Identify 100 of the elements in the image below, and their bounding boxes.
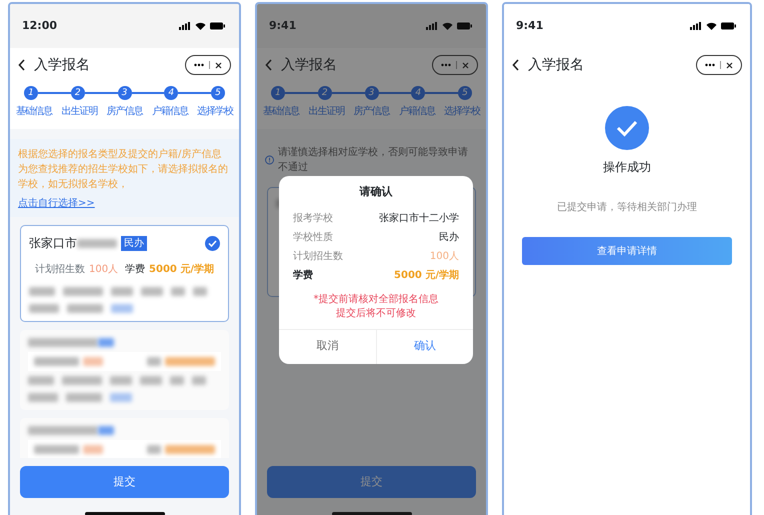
redacted-text <box>28 338 98 347</box>
info-label: 学费 <box>125 262 146 277</box>
dialog-label: 学费 <box>293 268 313 282</box>
info-label: 计划招生数 <box>35 262 85 277</box>
step-number: 1 <box>271 86 285 100</box>
info-icon <box>265 155 274 165</box>
tuition-fee: 5000 元/学期 <box>149 262 214 277</box>
signal-icon <box>179 22 191 30</box>
status-time: 9:41 <box>516 18 544 34</box>
redacted-text <box>63 287 103 296</box>
warning-text: *提交前请核对全部报名信息 <box>312 292 440 306</box>
dialog-label: 报考学校 <box>293 212 333 226</box>
redacted-text <box>28 426 98 435</box>
step-number: 1 <box>24 86 38 100</box>
school-type-tag: 民办 <box>121 236 147 250</box>
submit-button[interactable]: 提交 <box>20 466 229 498</box>
submit-button[interactable]: 提交 <box>267 466 476 498</box>
step-number: 3 <box>118 86 132 100</box>
enrollment-count: 100人 <box>89 263 118 277</box>
result-title: 操作成功 <box>603 159 651 176</box>
redacted-text <box>110 376 132 385</box>
step-number: 5 <box>211 86 225 100</box>
redacted-text <box>83 445 103 454</box>
redacted-tag <box>98 426 114 435</box>
redacted-link <box>111 304 133 313</box>
redacted-text <box>147 357 161 366</box>
signal-icon <box>426 22 438 30</box>
status-time: 12:00 <box>22 18 58 34</box>
school-name: 张家口市 <box>29 235 77 252</box>
page-title: 入学报名 <box>281 56 338 74</box>
redacted-text <box>193 287 207 296</box>
dialog-title: 请确认 <box>358 184 394 200</box>
redacted-text <box>29 287 55 296</box>
wifi-icon <box>195 22 206 30</box>
more-icon[interactable] <box>194 63 204 67</box>
dialog-value: 100人 <box>430 250 459 264</box>
redacted-text <box>170 376 184 385</box>
battery-icon <box>721 22 736 30</box>
step-label: 出生证明 <box>308 104 344 119</box>
redacted-text <box>147 445 161 454</box>
confirm-button[interactable]: 确认 <box>376 330 473 364</box>
view-details-button[interactable]: 查看申请详情 <box>522 237 732 265</box>
result-message: 已提交申请，等待相关部门办理 <box>557 200 697 215</box>
dialog-value: 张家口市十二小学 <box>379 212 459 226</box>
school-card[interactable]: 张家口市 民办 计划招生数 100人 学费 5000 元/学期 <box>20 225 229 322</box>
step-label: 户籍信息 <box>398 104 435 119</box>
notice-text: 根据您选择的报名类型及提交的户籍/房产信息为您查找推荐的招生学校如下，请选择拟报名的学校，如无拟报名学校， <box>10 139 239 196</box>
close-icon[interactable] <box>726 62 734 68</box>
dialog-value: 民办 <box>439 230 459 244</box>
redacted-tag <box>98 338 114 347</box>
self-select-link[interactable]: 点击自行选择>> <box>10 196 239 217</box>
redacted-text <box>165 445 215 454</box>
redacted-link <box>110 393 132 402</box>
redacted-text <box>83 357 103 366</box>
battery-icon <box>457 22 472 30</box>
step-label: 出生证明 <box>61 104 98 119</box>
dialog-label: 计划招生数 <box>293 250 343 264</box>
step-number: 5 <box>458 86 472 100</box>
redacted-text <box>28 376 54 385</box>
cancel-button[interactable]: 取消 <box>279 330 376 364</box>
step-label: 基础信息 <box>16 104 52 119</box>
more-icon[interactable] <box>704 63 715 67</box>
redacted-text <box>111 287 133 296</box>
step-label: 基础信息 <box>263 104 299 119</box>
step-number: 2 <box>70 86 85 100</box>
warning-text: 提交后将不可修改 <box>335 306 417 320</box>
redacted-text <box>165 357 215 366</box>
back-icon[interactable] <box>512 59 520 71</box>
step-label: 选择学校 <box>197 104 233 119</box>
status-time: 9:41 <box>269 18 296 34</box>
dialog-value: 5000 元/学期 <box>394 268 459 282</box>
redacted-text <box>28 393 58 402</box>
redacted-text <box>192 376 206 385</box>
check-icon[interactable] <box>205 236 220 250</box>
success-check-icon <box>605 106 649 150</box>
redacted-text <box>29 304 59 313</box>
capsule-menu[interactable] <box>185 55 231 75</box>
close-icon[interactable] <box>215 62 222 68</box>
redacted-text <box>62 376 102 385</box>
step-label: 房产信息 <box>106 104 142 119</box>
wifi-icon <box>706 22 717 30</box>
step-label: 房产信息 <box>354 104 390 119</box>
redacted-text <box>171 287 185 296</box>
redacted-text <box>34 357 79 366</box>
step-number: 2 <box>318 86 332 100</box>
page-title: 入学报名 <box>528 56 585 74</box>
capsule-menu[interactable] <box>696 55 742 75</box>
step-number: 4 <box>411 86 426 100</box>
battery-icon <box>210 22 225 30</box>
redacted-text <box>66 393 102 402</box>
step-label: 户籍信息 <box>152 104 188 119</box>
dialog-label: 学校性质 <box>293 230 333 244</box>
redacted-text <box>140 376 162 385</box>
step-number: 3 <box>364 86 378 100</box>
signal-icon <box>690 22 702 30</box>
more-icon[interactable] <box>440 63 451 67</box>
redacted-text <box>67 304 103 313</box>
redacted-text <box>141 287 163 296</box>
back-icon[interactable] <box>18 59 26 71</box>
step-label: 选择学校 <box>444 104 480 119</box>
